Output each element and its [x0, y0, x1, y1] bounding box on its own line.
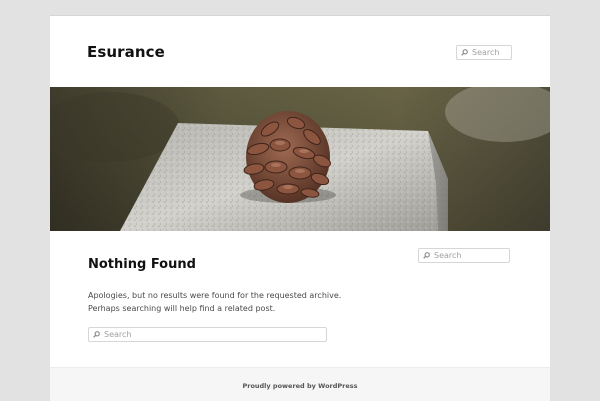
site-footer: Proudly powered by WordPress: [50, 367, 550, 401]
content-search-input[interactable]: Search: [88, 327, 327, 342]
sidebar-search-input[interactable]: Search: [418, 248, 510, 263]
wordpress-credit-link[interactable]: Proudly powered by WordPress: [50, 382, 550, 390]
page: Esurance Search Nothing Found Search Apo…: [50, 15, 550, 401]
content-search-placeholder: Search: [104, 330, 132, 339]
search-icon: [93, 331, 100, 338]
header-search-input[interactable]: Search: [456, 45, 512, 60]
search-icon: [461, 49, 468, 56]
search-icon: [423, 252, 430, 259]
no-results-message: Apologies, but no results were found for…: [88, 291, 342, 313]
sidebar-search-placeholder: Search: [434, 251, 462, 260]
page-title: Nothing Found: [88, 257, 196, 272]
header-image: [50, 87, 550, 231]
site-title[interactable]: Esurance: [87, 43, 165, 61]
header-search-placeholder: Search: [472, 48, 500, 57]
